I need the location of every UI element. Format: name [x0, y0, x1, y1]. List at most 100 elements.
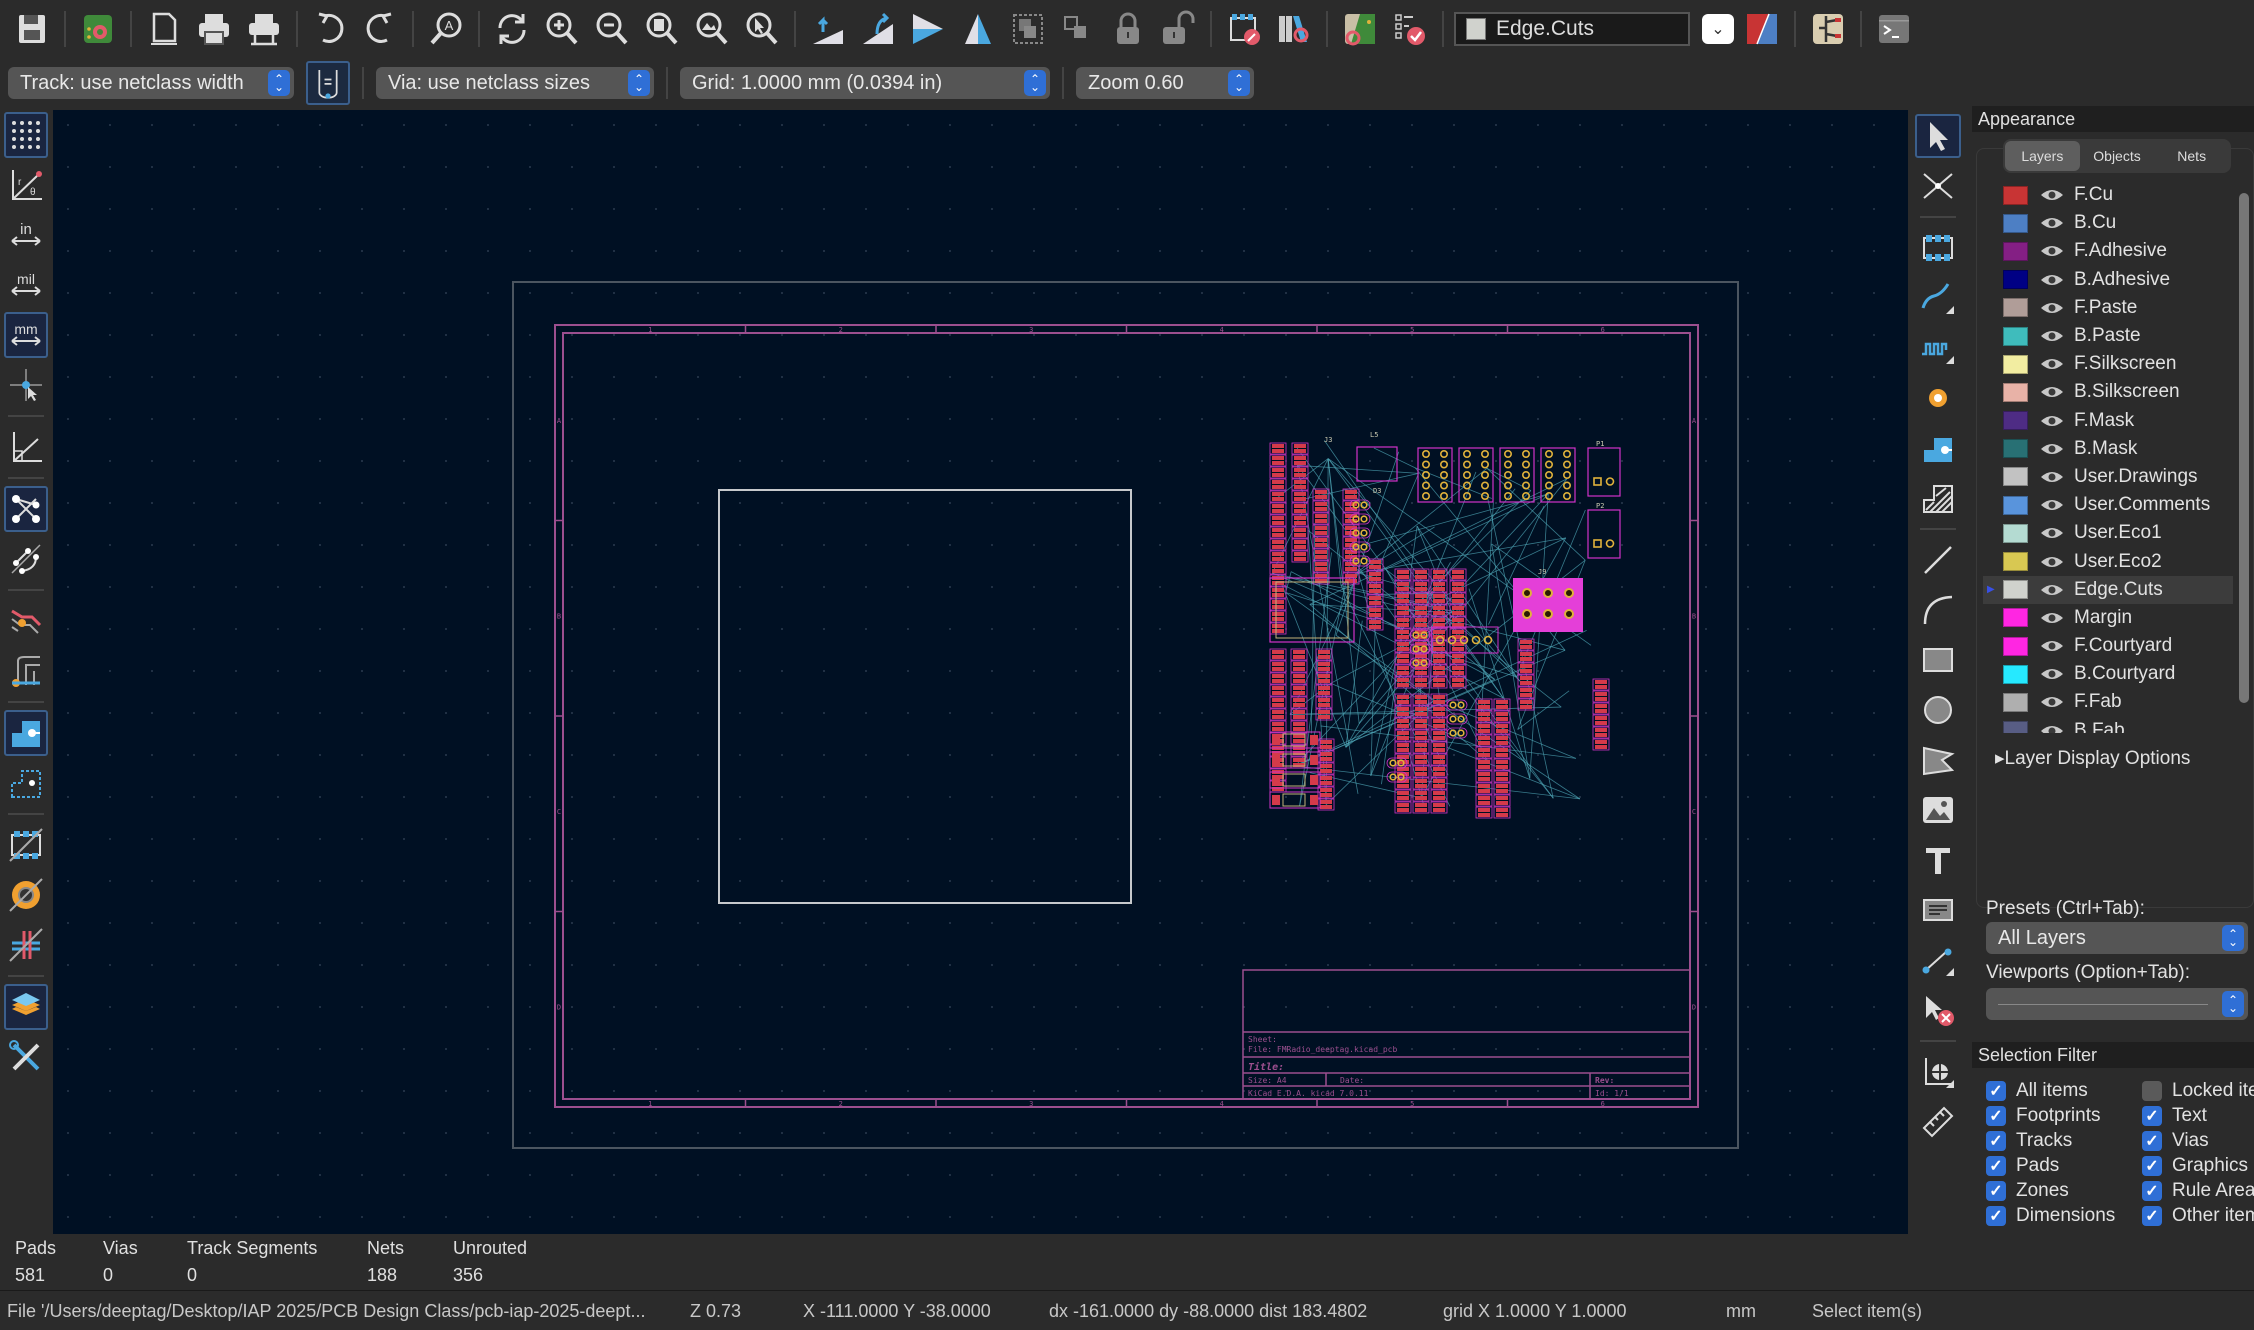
add-zone-button[interactable]	[1915, 426, 1961, 470]
checkbox-checked-icon[interactable]: ✓	[1986, 1081, 2006, 1101]
highlight-net-button[interactable]	[4, 598, 48, 644]
checkbox-checked-icon[interactable]: ✓	[2142, 1156, 2162, 1176]
filter-checkbox-item[interactable]: ✓ Dimensions	[1986, 1205, 2115, 1227]
layer-color-swatch[interactable]	[2003, 354, 2028, 374]
layer-row[interactable]: User.Drawings	[1983, 463, 2233, 491]
layer-color-swatch[interactable]	[2003, 523, 2028, 543]
unlock-button[interactable]	[1156, 7, 1200, 51]
layer-row[interactable]: F.Paste	[1983, 294, 2233, 322]
layer-color-swatch[interactable]	[2003, 664, 2028, 684]
group-button[interactable]	[1006, 7, 1050, 51]
checkbox-checked-icon[interactable]: ✓	[2142, 1131, 2162, 1151]
add-image-button[interactable]	[1915, 788, 1961, 832]
add-rule-area-button[interactable]	[1915, 476, 1961, 520]
eye-icon[interactable]	[2040, 582, 2064, 598]
properties-button[interactable]	[4, 1034, 48, 1080]
layer-row[interactable]: F.Adhesive	[1983, 237, 2233, 265]
add-via-button[interactable]	[1915, 376, 1961, 420]
units-mils-button[interactable]: mil	[4, 262, 48, 308]
delete-tool-button[interactable]	[1915, 988, 1961, 1032]
scripting-console-button[interactable]	[1872, 7, 1916, 51]
layer-color-swatch[interactable]	[2003, 636, 2028, 656]
via-size-select[interactable]: Via: use netclass sizes ⌃ ⌄	[376, 67, 654, 99]
eye-icon[interactable]	[2040, 497, 2064, 513]
eye-icon[interactable]	[2040, 723, 2064, 733]
layer-row[interactable]: User.Eco2	[1983, 547, 2233, 575]
zones-outline-button[interactable]	[4, 760, 48, 806]
layer-row[interactable]: B.Mask	[1983, 435, 2233, 463]
layer-color-swatch[interactable]	[2003, 439, 2028, 459]
ungroup-button[interactable]	[1056, 7, 1100, 51]
layer-row[interactable]: B.Adhesive	[1983, 266, 2233, 294]
eye-icon[interactable]	[2040, 300, 2064, 316]
layer-row[interactable]: F.Silkscreen	[1983, 350, 2233, 378]
draw-polygon-button[interactable]	[1915, 738, 1961, 782]
filter-checkbox-item[interactable]: ✓ All items	[1986, 1080, 2088, 1102]
layer-color-swatch[interactable]	[2003, 298, 2028, 318]
filter-checkbox-item[interactable]: ✓ Rule Areas	[2142, 1180, 2254, 1202]
route-track-button[interactable]	[1915, 276, 1961, 320]
tab-layers[interactable]: Layers	[2005, 141, 2080, 171]
grid-select[interactable]: Grid: 1.0000 mm (0.0394 in) ⌃ ⌄	[680, 67, 1050, 99]
eye-icon[interactable]	[2040, 441, 2064, 457]
schematic-button[interactable]	[1806, 7, 1850, 51]
add-textbox-button[interactable]	[1915, 888, 1961, 932]
filter-checkbox-item[interactable]: ✓ Zones	[1986, 1180, 2069, 1202]
layer-color-swatch[interactable]	[2003, 552, 2028, 572]
hide-footprints-button[interactable]	[4, 822, 48, 868]
measure-button[interactable]	[1915, 1100, 1961, 1144]
layer-color-swatch[interactable]	[2003, 382, 2028, 402]
presets-select[interactable]: All Layers ⌃ ⌄	[1986, 922, 2248, 954]
print-button[interactable]	[192, 7, 236, 51]
units-mm-button[interactable]: mm	[4, 312, 48, 358]
filter-checkbox-item[interactable]: ✓ Tracks	[1986, 1130, 2072, 1152]
zoom-out-button[interactable]	[590, 7, 634, 51]
filter-checkbox-item[interactable]: ✓ Vias	[2142, 1130, 2209, 1152]
draw-arc-button[interactable]	[1915, 588, 1961, 632]
layer-row[interactable]: B.Cu	[1983, 209, 2233, 237]
checkbox-checked-icon[interactable]: ✓	[1986, 1181, 2006, 1201]
filter-checkbox-item[interactable]: ✓ Other items	[2142, 1205, 2254, 1227]
tune-length-button[interactable]	[1915, 326, 1961, 370]
layer-color-swatch[interactable]	[2003, 270, 2028, 290]
layer-row[interactable]: F.Mask	[1983, 407, 2233, 435]
layer-row[interactable]: User.Comments	[1983, 491, 2233, 519]
footprint-browser-button[interactable]	[1272, 7, 1316, 51]
eye-icon[interactable]	[2040, 328, 2064, 344]
eye-icon[interactable]	[2040, 243, 2064, 259]
save-button[interactable]	[10, 7, 54, 51]
select-tool-button[interactable]	[1915, 114, 1961, 158]
draw-line-button[interactable]	[1915, 538, 1961, 582]
rotate-cw-button[interactable]	[856, 7, 900, 51]
filter-checkbox-item[interactable]: ✓ Pads	[1986, 1155, 2059, 1177]
track-outlines-button[interactable]	[4, 648, 48, 694]
checkbox-checked-icon[interactable]: ✓	[1986, 1206, 2006, 1226]
layer-row[interactable]: F.Courtyard	[1983, 632, 2233, 660]
layer-color-swatch[interactable]	[2003, 692, 2028, 712]
layer-color-swatch[interactable]	[2003, 467, 2028, 487]
layer-color-swatch[interactable]	[2003, 241, 2028, 261]
layer-color-swatch[interactable]	[2003, 608, 2028, 628]
full-crosshair-button[interactable]	[4, 362, 48, 408]
zones-filled-button[interactable]	[4, 710, 48, 756]
eye-icon[interactable]	[2040, 469, 2064, 485]
auto-track-width-toggle[interactable]	[306, 61, 350, 105]
layer-row[interactable]: B.Courtyard	[1983, 660, 2233, 688]
checkbox-checked-icon[interactable]: ✓	[2142, 1206, 2162, 1226]
layer-display-options-toggle[interactable]: ▸Layer Display Options	[1995, 747, 2190, 770]
lock-button[interactable]	[1106, 7, 1150, 51]
layer-color-swatch[interactable]	[2003, 495, 2028, 515]
eye-icon[interactable]	[2040, 638, 2064, 654]
layer-row[interactable]: User.Eco1	[1983, 519, 2233, 547]
layer-color-swatch[interactable]	[2003, 411, 2028, 431]
track-width-select[interactable]: Track: use netclass width ⌃ ⌄	[8, 67, 294, 99]
zoom-selection-button[interactable]	[740, 7, 784, 51]
draw-circle-button[interactable]	[1915, 688, 1961, 732]
filter-checkbox-item[interactable]: ✓ Graphics	[2142, 1155, 2248, 1177]
checkbox-checked-icon[interactable]: ✓	[2142, 1181, 2162, 1201]
eye-icon[interactable]	[2040, 215, 2064, 231]
eye-icon[interactable]	[2040, 694, 2064, 710]
add-text-button[interactable]	[1915, 838, 1961, 882]
set-origin-button[interactable]	[1915, 1050, 1961, 1094]
polar-coords-button[interactable]: rθ	[4, 162, 48, 208]
